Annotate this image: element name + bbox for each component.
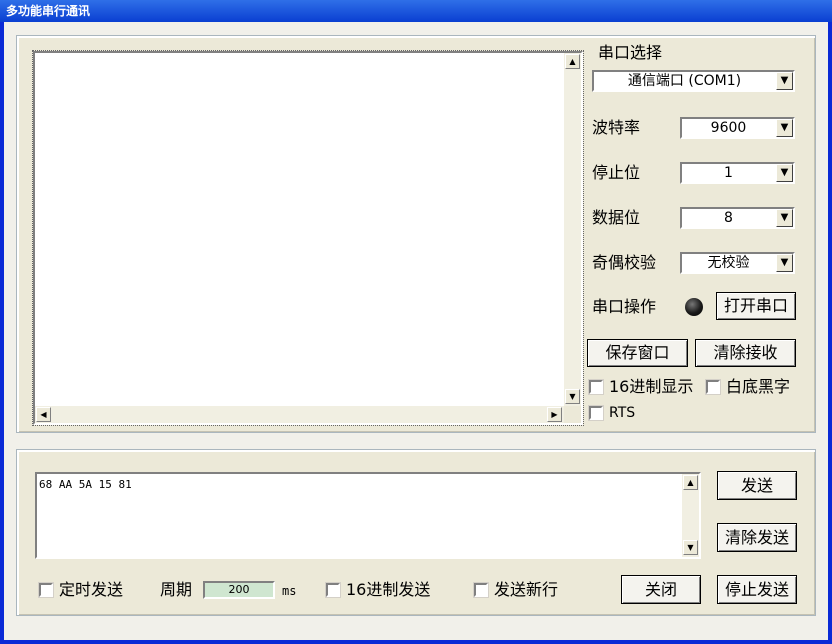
send-vscroll[interactable]: ▲ ▼ [682,474,699,557]
clear-receive-button[interactable]: 清除接收 [695,339,796,367]
scroll-down-icon[interactable]: ▼ [683,540,698,555]
receive-textarea[interactable] [35,53,564,406]
send-group: 68 AA 5A 15 81 ▲ ▼ 发送 清除发送 定时发送 周期 200 m… [16,449,816,616]
white-black-checkbox[interactable] [705,379,721,395]
chevron-down-icon[interactable]: ▼ [776,119,793,137]
baud-label: 波特率 [592,118,641,137]
parity-label: 奇偶校验 [592,253,657,272]
save-window-button[interactable]: 保存窗口 [587,339,688,367]
rts-checkbox[interactable] [588,405,604,421]
receive-group: ▲ ▼ ◀ ▶ 串口选择 通信端口 (COM1) ▼ 波特率 9600 ▼ 停止… [16,35,816,433]
data-select[interactable]: 8 ▼ [680,207,795,229]
stop-value: 1 [724,165,733,181]
receive-vscroll[interactable]: ▲ ▼ [564,53,581,406]
window-title: 多功能串行通讯 [0,0,832,22]
chevron-down-icon[interactable]: ▼ [776,209,793,227]
stop-label: 停止位 [592,163,641,182]
hex-send-label: 16进制发送 [346,580,431,599]
period-input[interactable]: 200 [203,581,275,599]
scroll-down-icon[interactable]: ▼ [565,389,580,404]
period-unit: ms [282,584,297,598]
data-label: 数据位 [592,208,641,227]
parity-value: 无校验 [707,255,750,271]
receive-hscroll[interactable]: ◀ ▶ [35,406,564,423]
port-value: 通信端口 (COM1) [627,73,742,89]
status-led-icon [685,298,703,316]
port-select[interactable]: 通信端口 (COM1) ▼ [592,70,795,92]
timed-send-checkbox[interactable] [38,582,54,598]
data-value: 8 [724,210,733,226]
receive-frame: ▲ ▼ ◀ ▶ [32,50,584,426]
newline-label: 发送新行 [494,580,559,599]
baud-value: 9600 [710,120,747,136]
newline-checkbox[interactable] [473,582,489,598]
chevron-down-icon[interactable]: ▼ [776,254,793,272]
stop-select[interactable]: 1 ▼ [680,162,795,184]
period-label: 周期 [160,580,193,599]
chevron-down-icon[interactable]: ▼ [776,164,793,182]
send-textarea[interactable]: 68 AA 5A 15 81 [37,474,682,557]
baud-select[interactable]: 9600 ▼ [680,117,795,139]
parity-select[interactable]: 无校验 ▼ [680,252,795,274]
hex-send-checkbox[interactable] [325,582,341,598]
hex-display-label: 16进制显示 [609,377,694,396]
send-button[interactable]: 发送 [717,471,797,500]
port-label: 串口选择 [598,43,663,62]
close-button[interactable]: 关闭 [621,575,701,604]
white-black-label: 白底黑字 [726,377,791,396]
send-frame: 68 AA 5A 15 81 ▲ ▼ [35,472,701,559]
scroll-left-icon[interactable]: ◀ [36,407,51,422]
timed-send-label: 定时发送 [59,580,124,599]
clear-send-button[interactable]: 清除发送 [717,523,797,552]
stop-send-button[interactable]: 停止发送 [717,575,797,604]
scroll-up-icon[interactable]: ▲ [565,54,580,69]
hex-display-checkbox[interactable] [588,379,604,395]
scroll-up-icon[interactable]: ▲ [683,475,698,490]
op-label: 串口操作 [592,297,657,316]
rts-label: RTS [609,405,636,421]
scroll-right-icon[interactable]: ▶ [547,407,562,422]
chevron-down-icon[interactable]: ▼ [776,72,793,90]
open-port-button[interactable]: 打开串口 [716,292,796,320]
client-area: ▲ ▼ ◀ ▶ 串口选择 通信端口 (COM1) ▼ 波特率 9600 ▼ 停止… [4,22,828,640]
